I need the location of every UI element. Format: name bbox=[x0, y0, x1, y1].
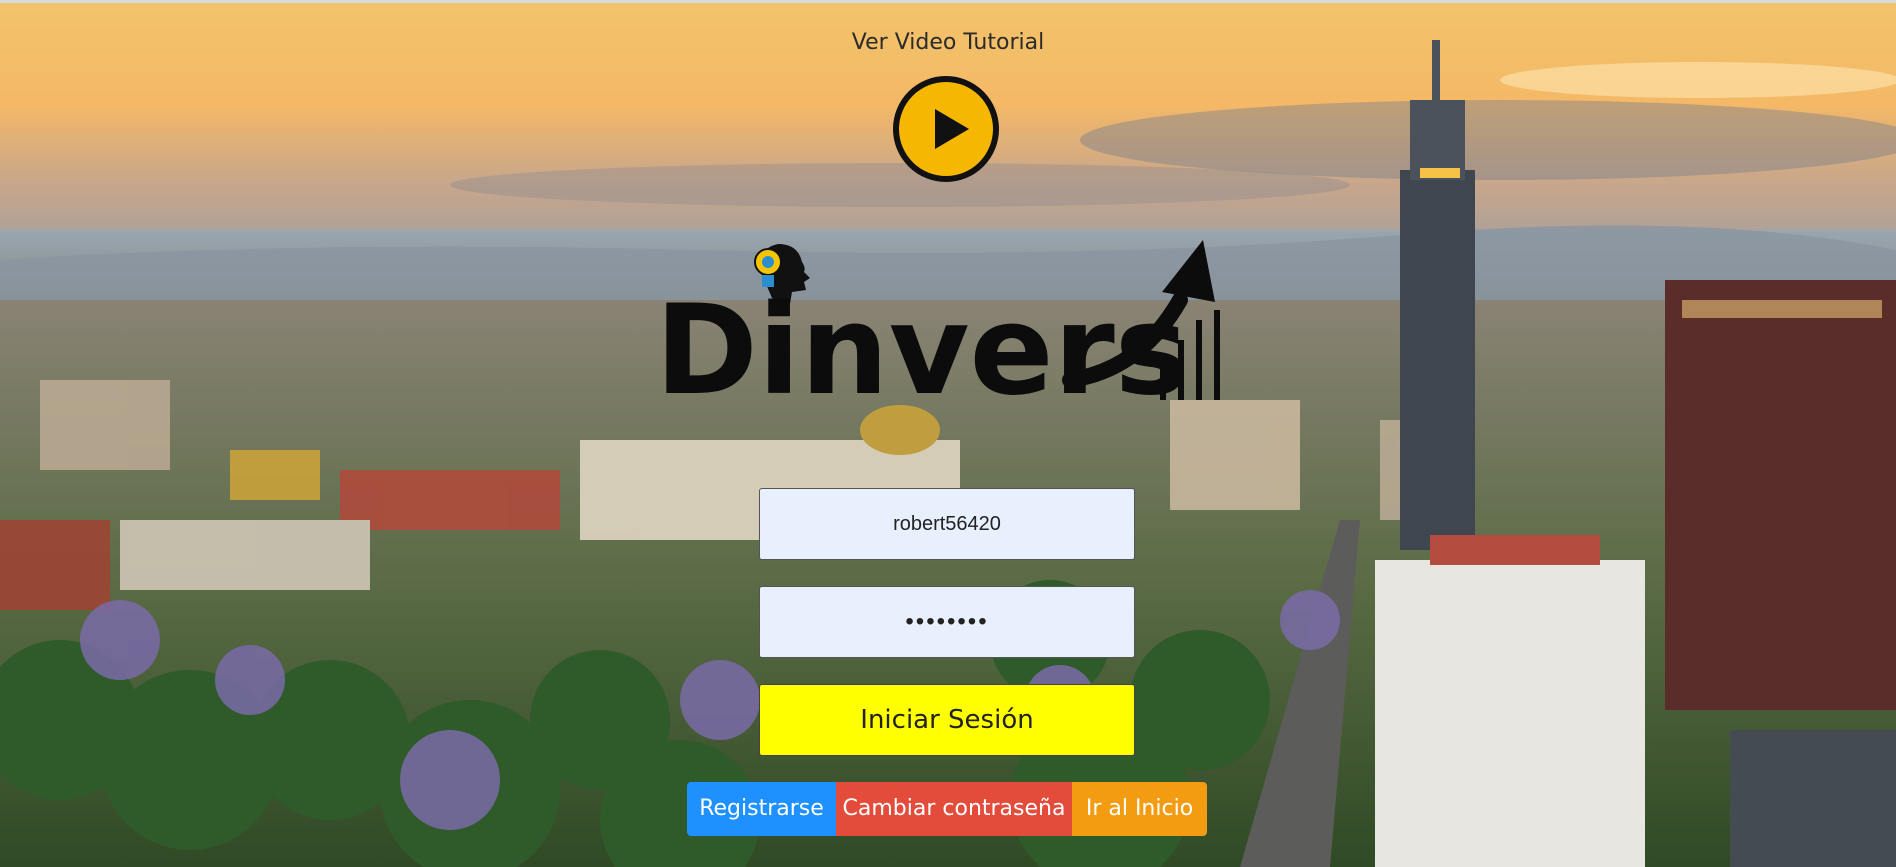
play-video-button[interactable] bbox=[893, 76, 999, 182]
register-button[interactable]: Registrarse bbox=[687, 782, 836, 836]
play-icon bbox=[935, 109, 969, 149]
go-home-button[interactable]: Ir al Inicio bbox=[1072, 782, 1207, 836]
login-button[interactable]: Iniciar Sesión bbox=[759, 684, 1135, 756]
top-border-line bbox=[0, 0, 1896, 3]
password-input[interactable] bbox=[759, 586, 1135, 658]
dinvers-logo: Dinvers bbox=[655, 240, 1220, 410]
account-links-bar: Registrarse Cambiar contraseña Ir al Ini… bbox=[687, 782, 1207, 836]
change-password-button[interactable]: Cambiar contraseña bbox=[836, 782, 1072, 836]
username-input[interactable] bbox=[759, 488, 1135, 560]
video-tutorial-link[interactable]: Ver Video Tutorial bbox=[0, 30, 1896, 55]
logo-wordmark: Dinvers bbox=[655, 279, 1189, 410]
